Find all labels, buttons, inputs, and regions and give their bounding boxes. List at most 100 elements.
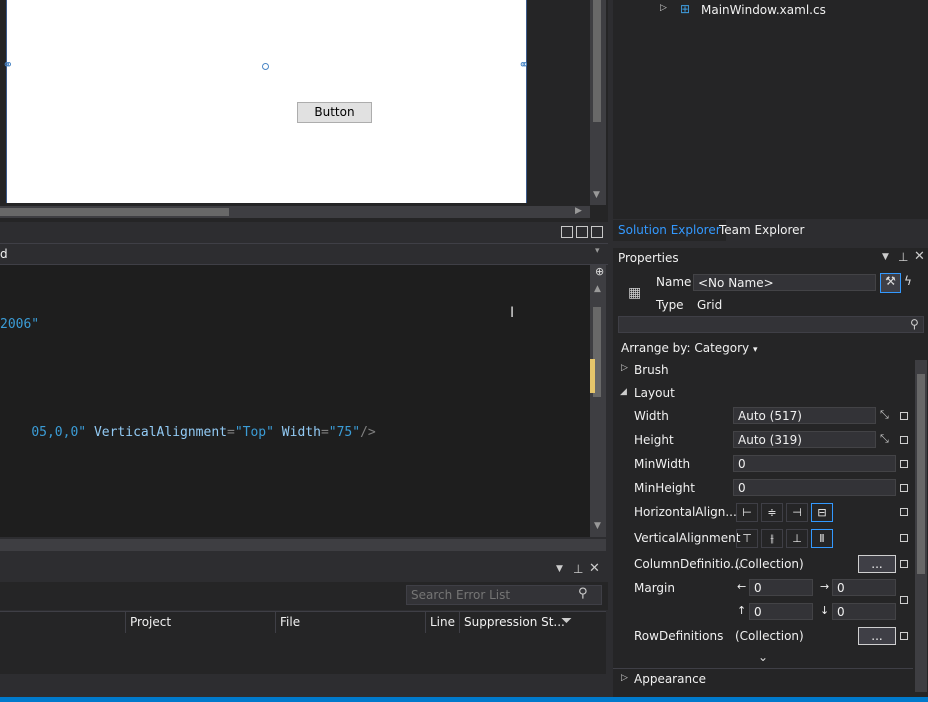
advanced-options-icon[interactable] xyxy=(900,412,908,420)
path-label: d xyxy=(0,247,8,261)
expand-arrow-icon[interactable]: ▷ xyxy=(621,673,628,683)
align-vstretch-icon[interactable]: Ⅱ xyxy=(811,529,833,548)
align-center-icon[interactable]: ≑ xyxy=(761,503,783,522)
expand-size-icon[interactable]: ⤡ xyxy=(880,408,889,422)
solution-explorer-tree: ▷ ⊞ MainWindow.xaml.cs xyxy=(613,0,928,219)
columndefinitions-value: (Collection) xyxy=(735,557,804,571)
expand-arrow-icon[interactable]: ▷ xyxy=(621,363,628,373)
wrench-icon[interactable]: ⚒ xyxy=(880,273,901,293)
advanced-options-icon[interactable] xyxy=(900,632,908,640)
columndefinitions-edit-button[interactable]: ... xyxy=(858,555,896,573)
pin-icon[interactable]: ⊥ xyxy=(573,562,583,576)
chevron-down-icon: ▾ xyxy=(752,345,758,355)
align-right-icon[interactable]: ⊣ xyxy=(786,503,808,522)
search-icon[interactable]: ⚲ xyxy=(910,317,919,331)
advanced-options-icon[interactable] xyxy=(900,436,908,444)
collapse-pane-icon[interactable] xyxy=(591,226,603,238)
margin-top-field[interactable]: 0 xyxy=(749,603,813,620)
scroll-right-icon[interactable]: ▶ xyxy=(575,206,582,216)
events-lightning-icon[interactable]: ϟ xyxy=(904,274,912,288)
minheight-label: MinHeight xyxy=(634,481,695,495)
close-icon[interactable]: ✕ xyxy=(914,249,925,264)
change-marker xyxy=(590,359,595,393)
designer-button[interactable]: Button xyxy=(297,102,372,123)
property-search-input[interactable] xyxy=(618,316,924,333)
margin-left-field[interactable]: 0 xyxy=(749,579,813,596)
advanced-options-icon[interactable] xyxy=(900,460,908,468)
category-layout[interactable]: Layout xyxy=(634,383,675,403)
arrow-up-icon: ↑ xyxy=(737,604,747,617)
xaml-editor[interactable]: 2006" 05,0,0" VerticalAlignment="Top" Wi… xyxy=(0,265,590,537)
split-editor-icon[interactable]: ⊕ xyxy=(595,265,604,278)
text-cursor-icon: I xyxy=(510,305,515,321)
rowdefinitions-value: (Collection) xyxy=(735,629,804,643)
scroll-up-icon[interactable]: ▲ xyxy=(594,284,601,294)
collapse-arrow-icon[interactable]: ◢ xyxy=(620,387,627,397)
code-line: 2006" xyxy=(0,317,40,332)
filter-icon[interactable]: ⏷ xyxy=(561,613,572,629)
vertical-split-icon[interactable] xyxy=(561,226,573,238)
xaml-path-bar[interactable]: d ▾ xyxy=(0,243,608,265)
tab-solution-explorer[interactable]: Solution Explorer xyxy=(613,220,726,241)
height-field[interactable]: Auto (319) xyxy=(733,431,876,448)
advanced-options-icon[interactable] xyxy=(900,534,908,542)
column-line[interactable]: Line xyxy=(425,611,460,633)
chain-link-icon[interactable]: ⚭ xyxy=(0,58,16,74)
split-view-toolbar xyxy=(0,222,608,242)
scroll-down-icon[interactable]: ▼ xyxy=(594,521,601,531)
margin-right-field[interactable]: 0 xyxy=(832,579,896,596)
scroll-down-icon[interactable]: ▼ xyxy=(593,190,600,200)
editor-horizontal-scrollbar[interactable] xyxy=(0,539,606,551)
close-icon[interactable]: ✕ xyxy=(589,561,600,576)
arrange-by-dropdown[interactable]: Arrange by: Category ▾ xyxy=(621,341,758,355)
align-left-icon[interactable]: ⊢ xyxy=(736,503,758,522)
editor-vertical-scrollbar[interactable]: ⊕ ▲ ▼ xyxy=(590,265,606,537)
minheight-field[interactable]: 0 xyxy=(733,479,896,496)
expand-arrow-icon[interactable]: ▷ xyxy=(660,3,667,13)
rowdefinitions-edit-button[interactable]: ... xyxy=(858,627,896,645)
search-error-list-input[interactable] xyxy=(406,585,602,605)
properties-scroll-thumb[interactable] xyxy=(917,374,925,574)
type-value: Grid xyxy=(697,298,723,312)
category-appearance[interactable]: Appearance xyxy=(634,669,706,689)
search-icon[interactable]: ⚲ xyxy=(578,586,588,601)
code-line: 05,0,0" VerticalAlignment="Top" Width="7… xyxy=(31,425,376,440)
chain-link-icon[interactable]: ⚭ xyxy=(516,58,532,74)
chevron-down-icon[interactable]: ▾ xyxy=(595,246,600,256)
advanced-options-icon[interactable] xyxy=(900,560,908,568)
align-middle-icon[interactable]: ⫲ xyxy=(761,529,783,548)
margin-bottom-field[interactable]: 0 xyxy=(832,603,896,620)
horizontal-split-icon[interactable] xyxy=(576,226,588,238)
tab-team-explorer[interactable]: Team Explorer xyxy=(714,220,810,241)
columndefinitions-label: ColumnDefinitio... xyxy=(634,557,742,571)
expand-size-icon[interactable]: ⤡ xyxy=(880,432,889,446)
designer-vscroll-thumb[interactable] xyxy=(593,0,601,122)
arrow-right-icon: → xyxy=(820,580,830,593)
align-top-icon[interactable]: ⊤ xyxy=(736,529,758,548)
category-brush[interactable]: Brush xyxy=(634,360,669,380)
valign-label: VerticalAlignment xyxy=(634,531,741,545)
designer-hscroll-thumb[interactable] xyxy=(0,208,229,216)
advanced-options-icon[interactable] xyxy=(900,596,908,604)
margin-label: Margin xyxy=(634,581,675,595)
minwidth-label: MinWidth xyxy=(634,457,691,471)
width-field[interactable]: Auto (517) xyxy=(733,407,876,424)
halign-label: HorizontalAlign... xyxy=(634,505,737,519)
align-stretch-icon[interactable]: ⊟ xyxy=(811,503,833,522)
properties-title: Properties xyxy=(618,251,679,265)
align-bottom-icon[interactable]: ⊥ xyxy=(786,529,808,548)
advanced-options-icon[interactable] xyxy=(900,508,908,516)
grid-center-marker[interactable] xyxy=(262,63,269,70)
tree-item-mainwindow-cs[interactable]: MainWindow.xaml.cs xyxy=(701,3,826,17)
dropdown-icon[interactable]: ▼ xyxy=(556,564,563,574)
column-project[interactable]: Project xyxy=(125,611,276,633)
column-file[interactable]: File xyxy=(275,611,426,633)
pin-icon[interactable]: ⊥ xyxy=(898,250,908,264)
show-more-chevron-icon[interactable]: ⌄ xyxy=(758,650,768,664)
csharp-file-icon: ⊞ xyxy=(680,2,691,16)
dropdown-icon[interactable]: ▼ xyxy=(882,252,889,262)
minwidth-field[interactable]: 0 xyxy=(733,455,896,472)
advanced-options-icon[interactable] xyxy=(900,484,908,492)
design-artboard[interactable] xyxy=(6,0,527,203)
name-field[interactable]: <No Name> xyxy=(693,274,876,291)
